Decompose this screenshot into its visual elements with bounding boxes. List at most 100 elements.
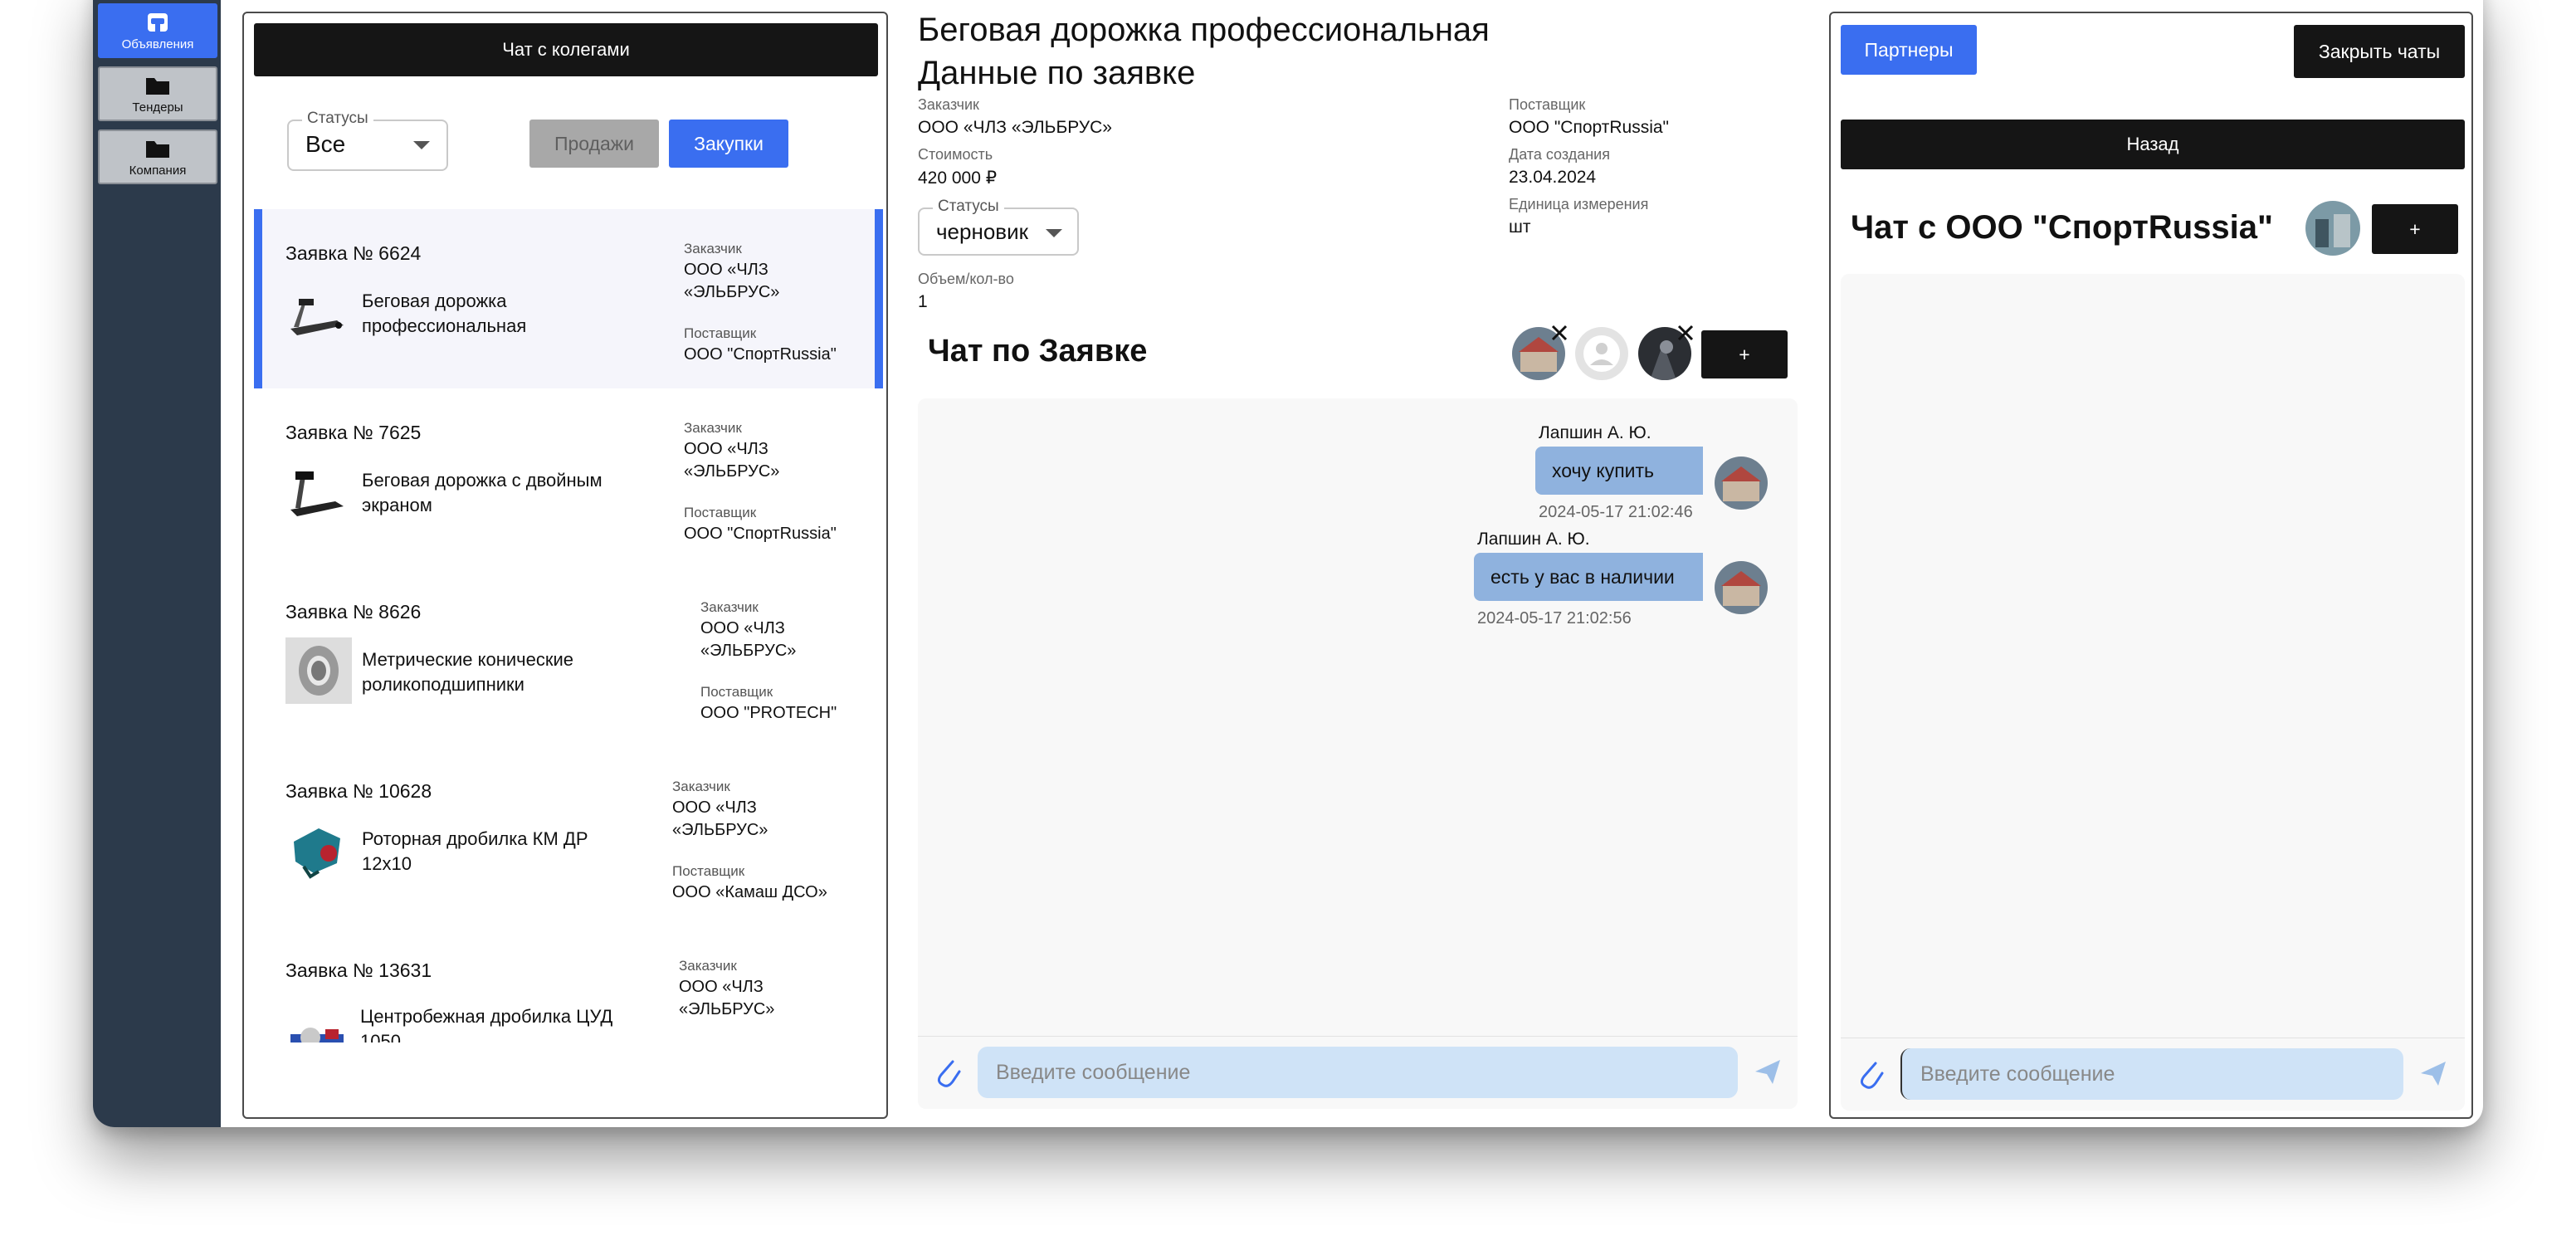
created-label: Дата создания [1509, 146, 1610, 163]
message-time: 2024-05-17 21:02:56 [1477, 609, 1632, 627]
customer-label: Заказчик [672, 779, 730, 794]
supplier-label: Поставщик [684, 325, 757, 341]
orders-panel: Чат с колегами Статусы Все Продажи Закуп… [242, 12, 888, 1119]
order-name: Беговая дорожка профессиональная [362, 291, 527, 336]
store-icon [148, 12, 168, 32]
partner-chat-messages[interactable]: Введите сообщение [1841, 274, 2465, 1111]
customer-label: Заказчик [684, 241, 742, 256]
sidebar: Объявления Тендеры Компания [93, 0, 221, 1127]
user-placeholder-icon [1583, 335, 1620, 372]
customer-label: Заказчик [684, 420, 742, 436]
partners-button[interactable]: Партнеры [1841, 25, 1977, 75]
supplier-label: Поставщик [684, 505, 757, 520]
bearing-image [285, 637, 352, 704]
sidebar-item-ads[interactable]: Объявления [98, 3, 217, 58]
customer-label: Заказчик [918, 96, 979, 113]
avatar [1715, 457, 1768, 510]
customer-label: Заказчик [700, 599, 759, 615]
avatar-photo [1715, 561, 1768, 614]
send-icon[interactable] [1753, 1057, 1783, 1086]
partner-chat-title: Чат с ООО "СпортRussia" [1851, 209, 2273, 246]
avatar-photo [2305, 201, 2360, 256]
message-time: 2024-05-17 21:02:46 [1539, 503, 1693, 521]
created-value: 23.04.2024 [1509, 168, 1597, 187]
folder-icon [146, 77, 169, 95]
unit-label: Единица измерения [1509, 196, 1649, 212]
back-button[interactable]: Назад [1841, 120, 2465, 169]
message-composer: Введите сообщение [918, 1036, 1798, 1109]
avatar [1715, 561, 1768, 614]
avatar-photo [1715, 457, 1768, 510]
customer-value: ООО «ЧЛЗ «ЭЛЬБРУС» [684, 261, 780, 301]
unit-value: шт [1509, 217, 1531, 237]
message-author: Лапшин А. Ю. [1477, 530, 1590, 549]
participant-avatar[interactable] [1575, 327, 1628, 380]
supplier-value: ООО "СпортRussia" [1509, 118, 1669, 137]
paperclip-icon[interactable] [933, 1053, 963, 1090]
partner-avatar[interactable] [2305, 201, 2360, 256]
supplier-label: Поставщик [1509, 96, 1586, 113]
partner-chat-panel: Партнеры Закрыть чаты Назад Чат с ООО "С… [1829, 12, 2473, 1119]
order-card[interactable]: Заявка № 6624 Беговая дорожка профессион… [254, 209, 883, 388]
status-value: черновик [936, 219, 1028, 244]
close-icon[interactable] [1676, 324, 1695, 342]
volume-value: 1 [918, 292, 928, 311]
orders-list: Заявка № 6624 Беговая дорожка профессион… [244, 13, 890, 1042]
chevron-down-icon [1046, 229, 1062, 237]
customer-value: ООО «ЧЛЗ «ЭЛЬБРУС» [672, 798, 768, 839]
order-chat-title: Чат по Заявке [928, 334, 1148, 369]
supplier-value: ООО "СпортRussia" [684, 525, 837, 543]
close-chats-button[interactable]: Закрыть чаты [2294, 25, 2465, 78]
crusher-image [294, 828, 340, 879]
sidebar-item-label: Компания [129, 163, 187, 178]
volume-label: Объем/кол-во [918, 271, 1014, 287]
add-participant-button[interactable]: + [1701, 330, 1788, 378]
order-title: Беговая дорожка профессиональная [918, 12, 1490, 48]
message-bubble: хочу купить [1535, 447, 1703, 495]
order-card[interactable]: Заявка № 7625 Беговая дорожка с двойным … [254, 388, 883, 568]
order-number: Заявка № 10628 [285, 780, 432, 802]
app-window: Объявления Тендеры Компания Чат с колега… [93, 0, 2483, 1127]
supplier-value: ООО "PROTECH" [700, 704, 837, 722]
customer-value: ООО «ЧЛЗ «ЭЛЬБРУС» [684, 440, 780, 481]
order-card[interactable]: Заявка № 10628 Роторная дробилка КМ ДР 1… [254, 747, 883, 926]
order-number: Заявка № 6624 [285, 242, 422, 264]
order-number: Заявка № 13631 [285, 959, 432, 981]
cost-value: 420 000 ₽ [918, 168, 998, 188]
treadmill-image [290, 299, 344, 335]
supplier-value: ООО «Камаш ДСО» [672, 883, 827, 901]
sidebar-item-tenders[interactable]: Тендеры [98, 66, 217, 121]
message-bubble: есть у вас в наличии [1474, 553, 1703, 601]
customer-label: Заказчик [679, 958, 737, 974]
order-card[interactable]: Заявка № 8626 Метрические конические рол… [254, 568, 883, 747]
message-author: Лапшин А. Ю. [1539, 423, 1651, 442]
sidebar-item-label: Объявления [121, 37, 194, 51]
order-chat-messages[interactable]: Лапшин А. Ю. хочу купить 2024-05-17 21:0… [918, 398, 1798, 1109]
sidebar-item-company[interactable]: Компания [98, 129, 217, 184]
folder-icon [146, 140, 169, 158]
order-name: Метрические конические роликоподшипники [362, 649, 574, 695]
treadmill-image [290, 471, 344, 516]
order-number: Заявка № 8626 [285, 601, 422, 623]
partner-chat-input[interactable]: Введите сообщение [1900, 1048, 2403, 1100]
order-subtitle: Данные по заявке [918, 55, 1196, 91]
send-icon[interactable] [2418, 1058, 2448, 1088]
add-participant-button[interactable]: + [2372, 204, 2458, 254]
supplier-value: ООО "СпортRussia" [684, 345, 837, 364]
order-number: Заявка № 7625 [285, 422, 422, 443]
customer-value: ООО «ЧЛЗ «ЭЛЬБРУС» [700, 619, 797, 660]
message-composer: Введите сообщение [1841, 1038, 2465, 1111]
crusher-image [290, 1028, 344, 1042]
order-card[interactable]: Заявка № 13631 Центробежная дробилка ЦУД… [254, 926, 883, 1042]
order-chat-input[interactable]: Введите сообщение [978, 1047, 1738, 1098]
close-icon[interactable] [1550, 324, 1569, 342]
order-name: Беговая дорожка с двойным экраном [362, 470, 603, 515]
status-legend: Статусы [933, 198, 1004, 216]
order-status-select[interactable]: Статусы черновик [918, 198, 1079, 256]
sidebar-item-label: Тендеры [132, 100, 183, 115]
cost-label: Стоимость [918, 146, 993, 163]
paperclip-icon[interactable] [1856, 1055, 1886, 1091]
supplier-label: Поставщик [672, 863, 745, 879]
supplier-label: Поставщик [700, 684, 773, 700]
customer-value: ООО «ЧЛЗ «ЭЛЬБРУС» [918, 118, 1112, 137]
